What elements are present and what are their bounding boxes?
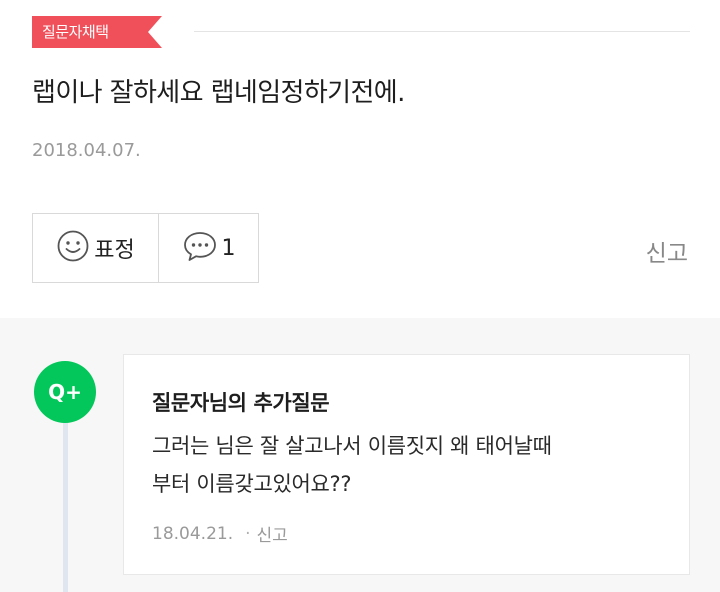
selected-by-asker-badge: 질문자채택 [32, 16, 148, 48]
followup-question-icon: Q+ [34, 361, 96, 423]
reaction-button[interactable]: 표정 [33, 214, 159, 282]
followup-date: 18.04.21. [152, 523, 234, 544]
followup-body-line: 부터 이름갖고있어요?? [152, 472, 352, 496]
reaction-label: 표정 [94, 238, 135, 263]
divider [194, 31, 690, 32]
comment-button[interactable]: 1 [159, 214, 258, 282]
followup-card: 질문자님의 추가질문 그러는 님은 잘 살고나서 이름짓지 왜 태어날때 부터 … [123, 354, 690, 575]
meta-separator: · [245, 523, 251, 544]
followup-meta: 18.04.21. · 신고 [152, 521, 288, 547]
report-link[interactable]: 신고 [646, 234, 688, 268]
followup-title: 질문자님의 추가질문 [152, 391, 330, 415]
followup-body-line: 그러는 님은 잘 살고나서 이름짓지 왜 태어날때 [152, 434, 552, 458]
speech-bubble-icon [182, 229, 218, 267]
followup-body: 그러는 님은 잘 살고나서 이름짓지 왜 태어날때 부터 이름갖고있어요?? [152, 427, 672, 503]
answer-actions: 표정 1 [32, 213, 259, 283]
smiley-icon [56, 229, 90, 267]
answer-section: 질문자채택 랩이나 잘하세요 랩네임정하기전에. 2018.04.07. 표정 [0, 0, 720, 318]
answer-date: 2018.04.07. [32, 140, 141, 161]
followup-section: Q+ 질문자님의 추가질문 그러는 님은 잘 살고나서 이름짓지 왜 태어날때 … [0, 318, 720, 592]
answer-text: 랩이나 잘하세요 랩네임정하기전에. [32, 78, 405, 108]
comment-count: 1 [221, 235, 236, 261]
badge-tail [148, 16, 162, 48]
followup-report-link[interactable]: 신고 [257, 521, 288, 546]
badge-row: 질문자채택 [32, 16, 690, 48]
